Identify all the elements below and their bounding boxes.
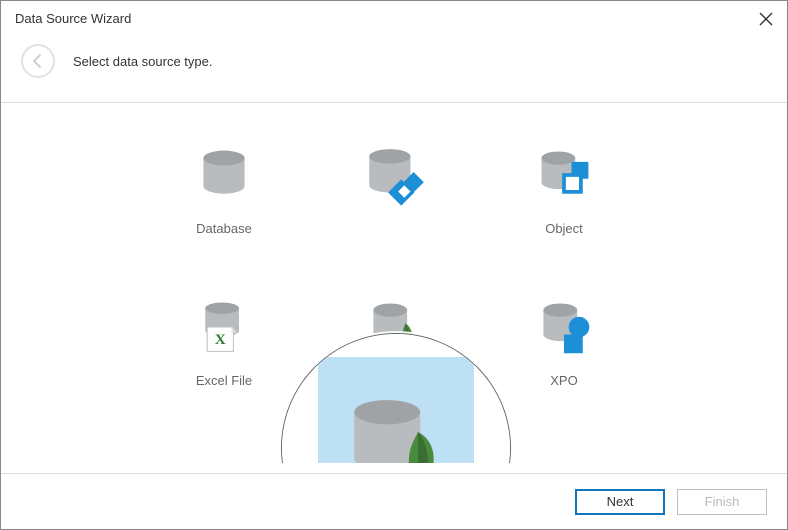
finish-button: Finish [677,489,767,515]
tile-object-label: Object [545,221,583,236]
tile-mongodb[interactable]: MongoDB [314,287,474,407]
tile-database-label: Database [196,221,252,236]
data-source-grid: Database [144,135,644,407]
close-icon[interactable] [759,12,773,26]
content-area: Database [1,103,787,463]
footer: Next Finish [1,473,787,529]
tile-mongodb-label: MongoDB [365,373,423,388]
database-icon [184,135,264,215]
titlebar: Data Source Wizard [1,1,787,34]
tile-excel[interactable]: X Excel File [144,287,304,407]
tile-object[interactable]: Object [484,135,644,255]
subheader: Select data source type. [1,34,787,103]
back-button[interactable] [21,44,55,78]
svg-text:X: X [215,332,226,348]
mongodb-icon [354,287,434,367]
object-icon [524,135,604,215]
tile-xpo-label: XPO [550,373,577,388]
tile-excel-label: Excel File [196,373,252,388]
excel-icon: X [184,287,264,367]
page-subtitle: Select data source type. [73,54,212,69]
tile-sql[interactable] [314,135,474,255]
tile-xpo[interactable]: XPO [484,287,644,407]
window-title: Data Source Wizard [15,11,131,26]
sql-icon [354,135,434,215]
next-button[interactable]: Next [575,489,665,515]
tile-database[interactable]: Database [144,135,304,255]
xpo-icon [524,287,604,367]
